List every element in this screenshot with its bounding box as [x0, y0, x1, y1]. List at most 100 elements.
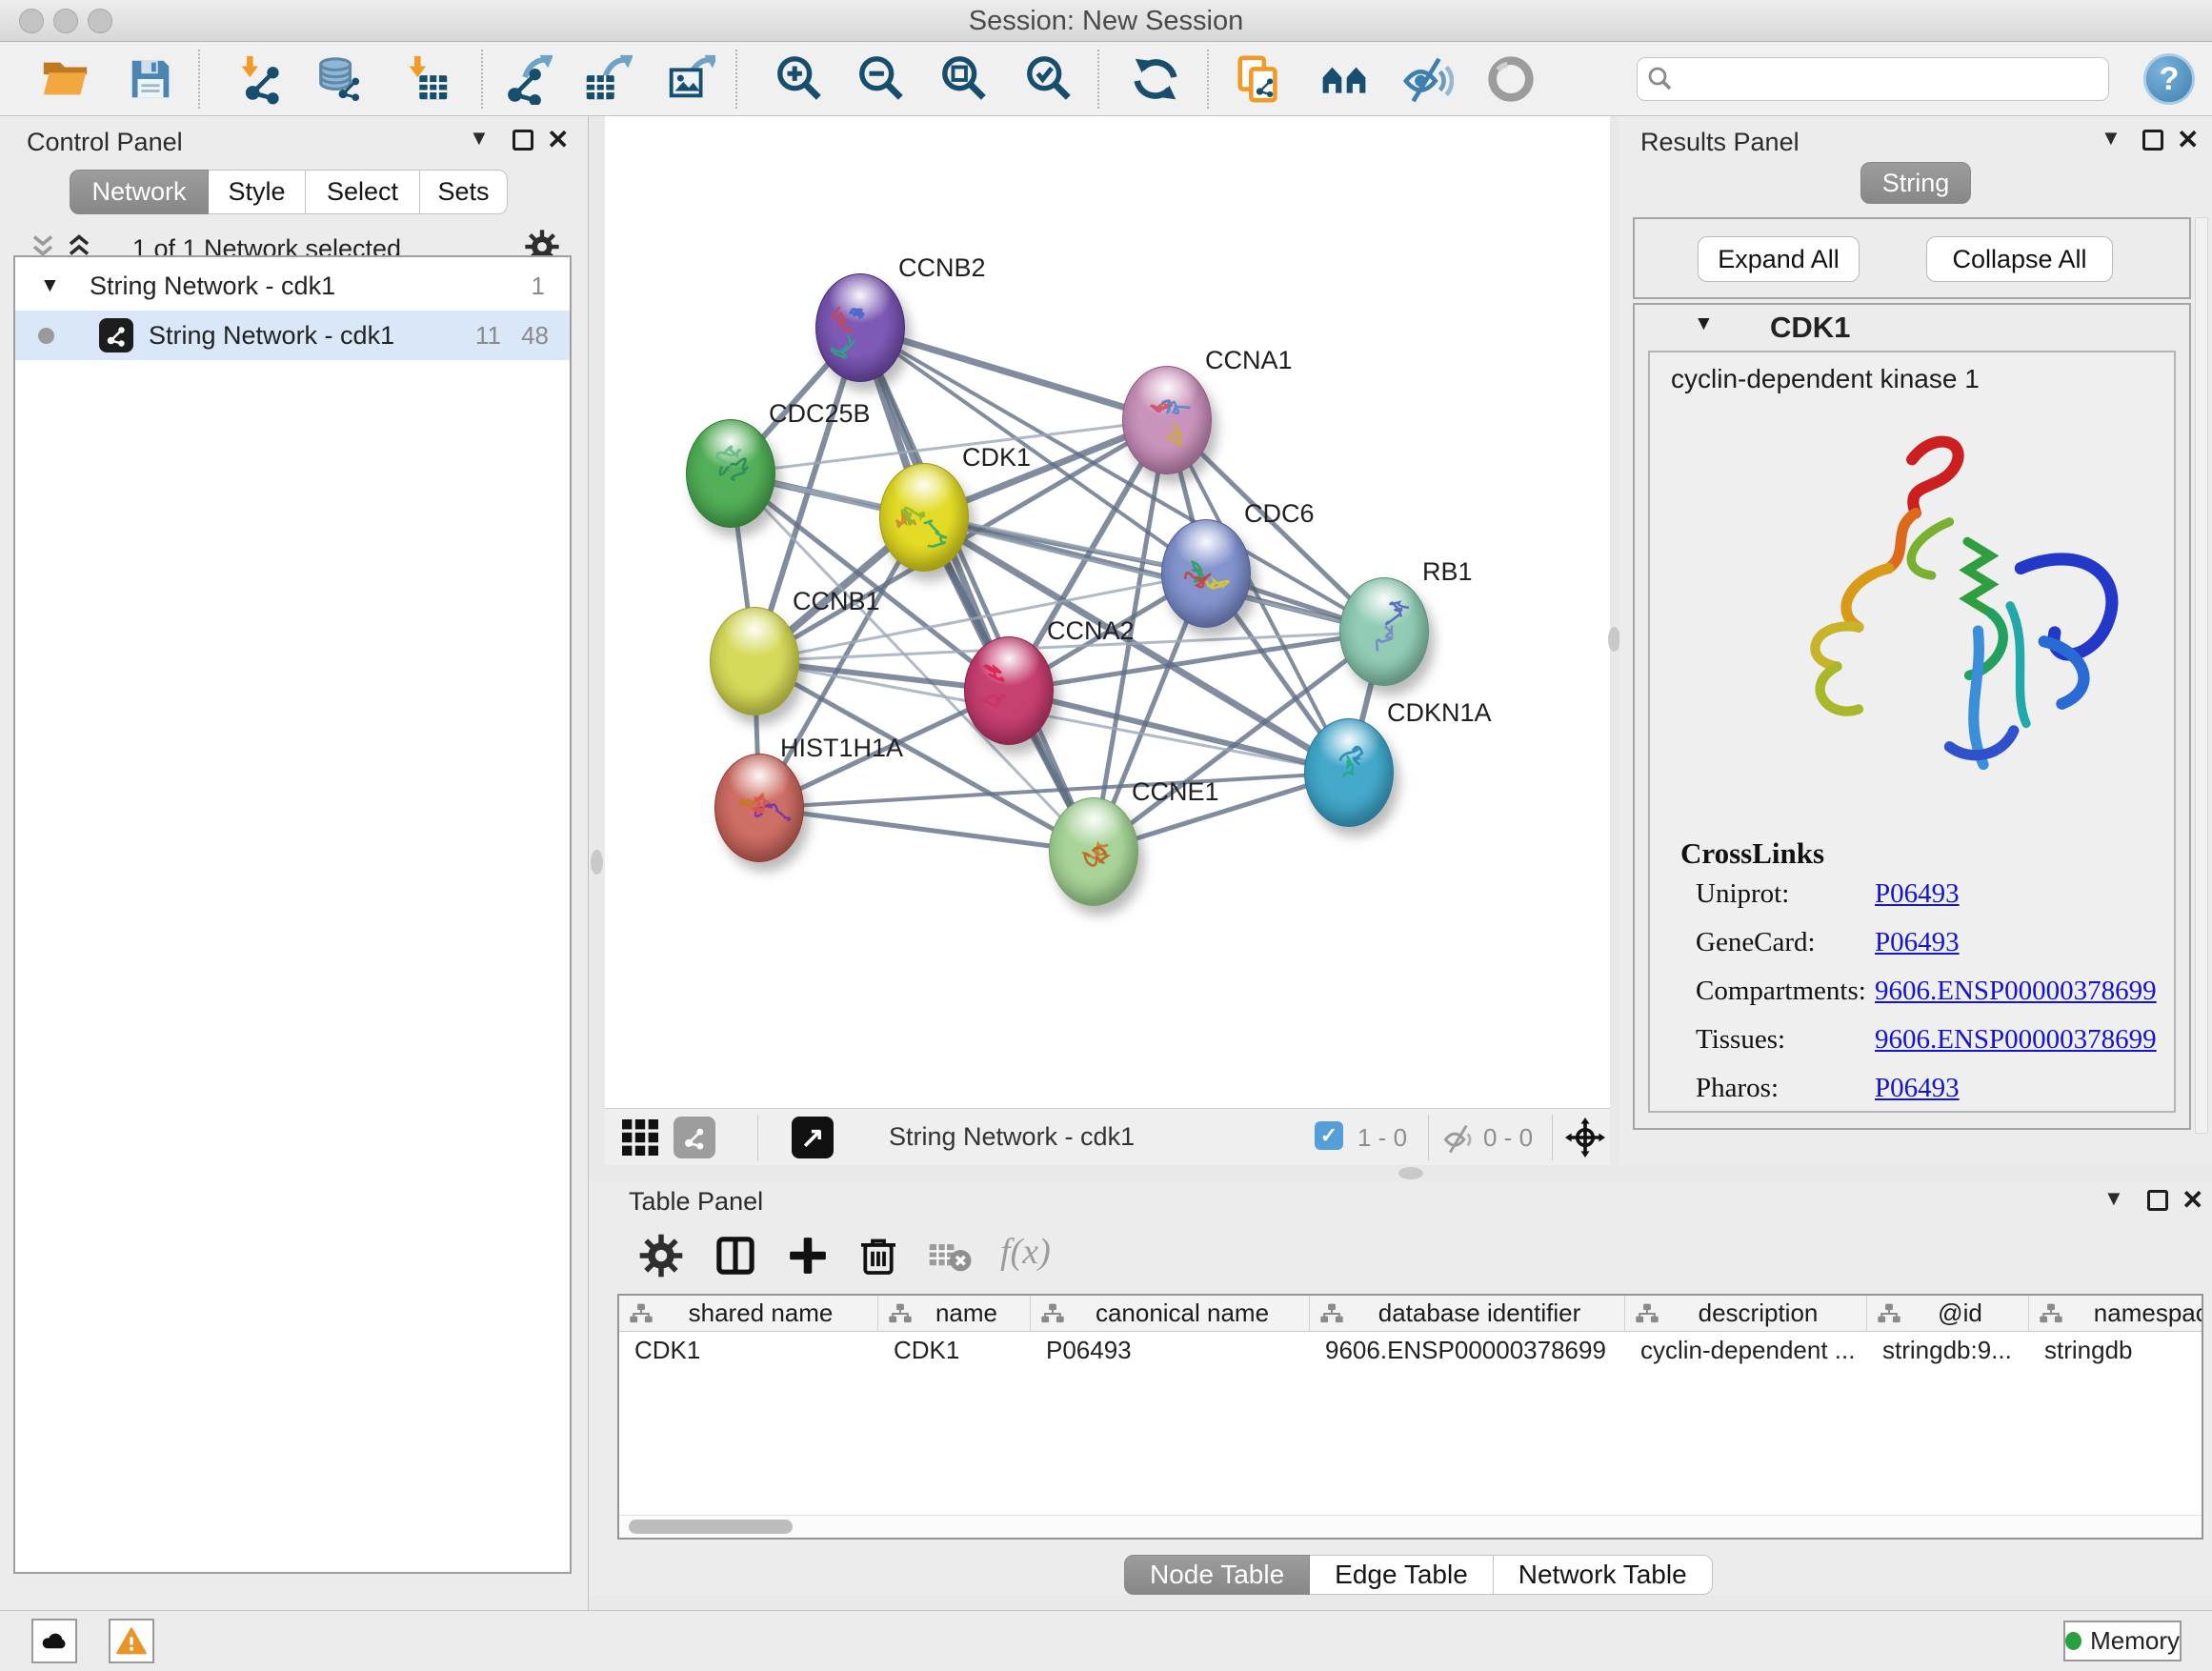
zoom-in-icon[interactable] — [773, 51, 828, 107]
column-header-@id[interactable]: @id — [1867, 1296, 2029, 1331]
column-header-canonical-name[interactable]: canonical name — [1031, 1296, 1310, 1331]
panel-float-icon[interactable] — [513, 130, 533, 151]
network-node-CDK1[interactable] — [879, 463, 969, 572]
houses-icon[interactable] — [1317, 51, 1372, 107]
delete-column-trash-icon[interactable] — [852, 1229, 905, 1282]
column-header-shared-name[interactable]: shared name — [619, 1296, 878, 1331]
network-row-selected[interactable]: String Network - cdk1 11 48 — [15, 311, 570, 360]
panel-menu-icon[interactable]: ▼ — [2101, 126, 2122, 151]
zoom-selected-icon[interactable] — [1022, 51, 1077, 107]
crosslink-link[interactable]: P06493 — [1875, 927, 1960, 958]
open-in-new-window-icon[interactable]: ↗ — [792, 1117, 834, 1158]
function-builder-icon[interactable]: f(x) — [1000, 1231, 1051, 1273]
eye-gray-icon[interactable] — [1483, 51, 1538, 107]
table-cell[interactable]: CDK1 — [619, 1332, 878, 1368]
save-session-icon[interactable] — [123, 51, 178, 107]
panel-close-icon[interactable]: ✕ — [547, 124, 569, 155]
network-edge[interactable] — [860, 328, 1167, 420]
zoom-fit-icon[interactable] — [937, 51, 993, 107]
search-field[interactable] — [1637, 57, 2109, 101]
tab-style[interactable]: Style — [209, 170, 306, 214]
panel-float-icon[interactable] — [2142, 130, 2163, 151]
export-image-icon[interactable] — [662, 51, 717, 107]
eye-slash-icon[interactable] — [1400, 51, 1456, 107]
search-input[interactable] — [1674, 60, 2108, 98]
crosslink-link[interactable]: 9606.ENSP00000378699 — [1875, 1024, 2157, 1056]
expand-all-button[interactable]: Expand All — [1698, 236, 1860, 282]
birds-eye-grid-icon[interactable] — [622, 1119, 658, 1156]
crosslink-link[interactable]: P06493 — [1875, 1073, 1960, 1104]
tab-sets[interactable]: Sets — [420, 170, 508, 214]
network-overview-icon[interactable] — [674, 1117, 715, 1158]
network-node-RB1[interactable] — [1339, 577, 1429, 686]
crosslink-link[interactable]: P06493 — [1875, 878, 1960, 910]
memory-button[interactable]: Memory — [2063, 1621, 2182, 1661]
fit-content-crosshair-icon[interactable] — [1565, 1117, 1605, 1158]
entry-collapse-icon[interactable]: ▼ — [1694, 312, 1714, 335]
network-canvas[interactable]: CCNB2CCNA1CDC25BCDK1CDC6RB1CCNB1CCNA2CDK… — [605, 116, 1610, 1108]
table-cell[interactable]: CDK1 — [878, 1332, 1031, 1368]
tab-string[interactable]: String — [1860, 162, 1971, 204]
network-edge[interactable] — [860, 328, 1094, 852]
network-node-CCNA1[interactable] — [1122, 366, 1212, 474]
column-header-database-identifier[interactable]: database identifier — [1310, 1296, 1625, 1331]
export-network-icon[interactable] — [499, 51, 554, 107]
panel-close-icon[interactable]: ✕ — [2177, 124, 2199, 155]
tab-node-table[interactable]: Node Table — [1124, 1555, 1310, 1595]
column-header-name[interactable]: name — [878, 1296, 1031, 1331]
table-cell[interactable]: stringdb:9... — [1867, 1332, 2029, 1368]
crosslink-link[interactable]: 9606.ENSP00000378699 — [1875, 976, 2157, 1007]
network-node-CCNA2[interactable] — [964, 636, 1054, 745]
export-table-icon[interactable] — [579, 51, 634, 107]
open-folder-icon[interactable] — [37, 51, 92, 107]
splitter-handle[interactable] — [591, 850, 603, 875]
network-node-CCNB2[interactable] — [815, 273, 905, 382]
table-cell[interactable]: 9606.ENSP00000378699 — [1310, 1332, 1625, 1368]
zoom-out-icon[interactable] — [855, 51, 910, 107]
network-node-CCNB1[interactable] — [710, 607, 799, 715]
clone-network-icon[interactable] — [1232, 51, 1287, 107]
warning-button[interactable] — [109, 1619, 154, 1663]
tab-edge-table[interactable]: Edge Table — [1310, 1555, 1494, 1595]
network-collection-row[interactable]: ▼ String Network - cdk1 1 — [15, 263, 570, 309]
add-column-icon[interactable] — [781, 1229, 835, 1282]
results-scrollbar[interactable] — [2195, 217, 2208, 1134]
panel-float-icon[interactable] — [2147, 1190, 2168, 1211]
show-columns-icon[interactable] — [709, 1229, 762, 1282]
panel-menu-icon[interactable]: ▼ — [2103, 1186, 2124, 1211]
panel-close-icon[interactable]: ✕ — [2182, 1184, 2203, 1216]
vertical-splitter[interactable] — [1610, 116, 1619, 1165]
tab-network[interactable]: Network — [70, 170, 209, 214]
horizontal-splitter[interactable] — [589, 1165, 2212, 1181]
network-edge[interactable] — [759, 808, 1094, 852]
network-node-CDKN1A[interactable] — [1304, 718, 1394, 827]
cloud-button[interactable] — [31, 1619, 77, 1663]
delete-table-icon[interactable] — [924, 1229, 977, 1282]
vertical-splitter[interactable] — [589, 116, 605, 1165]
panel-menu-icon[interactable]: ▼ — [469, 126, 490, 151]
collection-expand-icon[interactable]: ▼ — [40, 274, 60, 297]
table-settings-gear-icon[interactable] — [634, 1229, 688, 1282]
table-row[interactable]: CDK1CDK1P064939606.ENSP00000378699cyclin… — [619, 1332, 2202, 1368]
help-button[interactable]: ? — [2143, 53, 2195, 105]
import-network-icon[interactable] — [231, 51, 287, 107]
splitter-handle[interactable] — [1398, 1167, 1423, 1179]
network-node-CCNE1[interactable] — [1049, 797, 1138, 906]
table-cell[interactable]: stringdb — [2029, 1332, 2203, 1368]
network-node-CDC6[interactable] — [1161, 519, 1251, 628]
table-cell[interactable]: cyclin-dependent ... — [1625, 1332, 1867, 1368]
hidden-eye-slash-icon[interactable] — [1443, 1122, 1476, 1155]
table-cell[interactable]: P06493 — [1031, 1332, 1310, 1368]
table-horizontal-scrollbar[interactable] — [619, 1515, 2202, 1538]
column-header-description[interactable]: description — [1625, 1296, 1867, 1331]
import-network-database-icon[interactable] — [311, 51, 366, 107]
column-header-namespace[interactable]: namespace — [2029, 1296, 2203, 1331]
entry-header[interactable]: ▼ CDK1 — [1635, 305, 2189, 351]
tab-select[interactable]: Select — [306, 170, 420, 214]
tab-network-table[interactable]: Network Table — [1494, 1555, 1713, 1595]
collapse-all-button[interactable]: Collapse All — [1926, 236, 2113, 282]
selected-checkbox-icon[interactable]: ✓ — [1315, 1121, 1343, 1150]
refresh-icon[interactable] — [1128, 51, 1183, 107]
scrollbar-thumb[interactable] — [629, 1520, 793, 1534]
network-node-CDC25B[interactable] — [686, 419, 775, 528]
